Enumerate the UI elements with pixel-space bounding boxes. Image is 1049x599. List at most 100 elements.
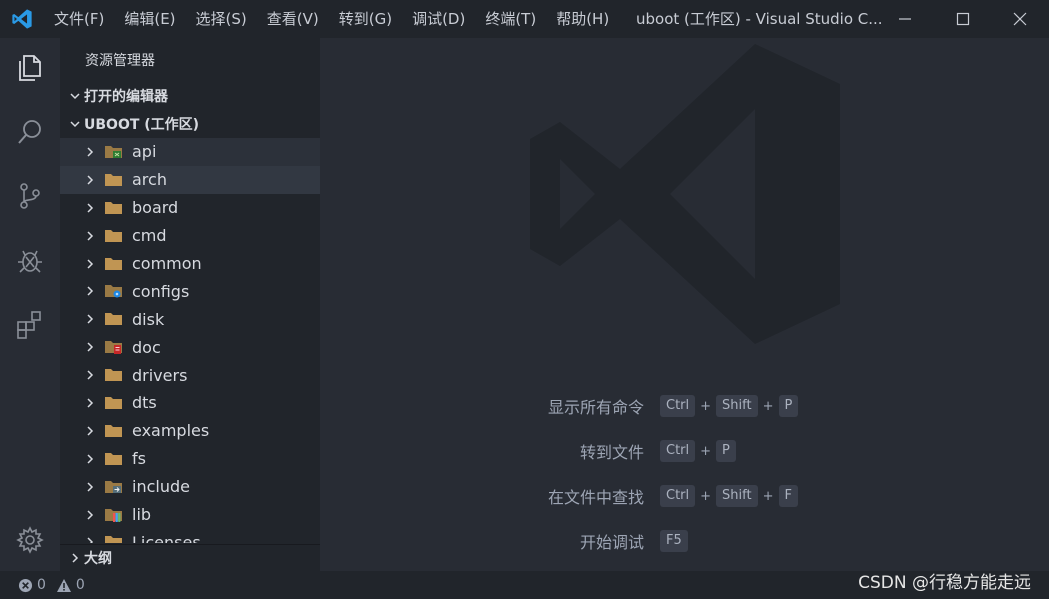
plus-sign: + — [700, 443, 712, 459]
key-cap: Ctrl — [660, 485, 696, 507]
search-icon — [18, 120, 41, 144]
menu-selection[interactable]: 选择(S) — [186, 0, 257, 38]
chevron-right-icon — [80, 509, 100, 521]
tree-item-include[interactable]: include — [60, 473, 320, 501]
bug-icon — [18, 250, 42, 273]
files-icon — [19, 55, 41, 81]
csdn-watermark: CSDN @行稳方能走远 — [858, 573, 1031, 593]
chevron-right-icon — [80, 425, 100, 437]
shortcut-keys: Ctrl + P — [660, 440, 736, 462]
close-window-button[interactable] — [991, 0, 1049, 38]
chevron-right-icon — [66, 552, 84, 564]
debug-button[interactable] — [0, 230, 60, 290]
explorer-button[interactable] — [0, 38, 60, 98]
gear-icon — [16, 526, 44, 554]
menu-edit[interactable]: 编辑(E) — [114, 0, 185, 38]
open-editors-label: 打开的编辑器 — [84, 89, 168, 105]
tree-item-licenses[interactable]: Licenses — [60, 528, 320, 543]
key-cap: Ctrl — [660, 440, 696, 462]
window-title: uboot (工作区) - Visual Studio C... — [636, 10, 883, 28]
tree-item-dts[interactable]: dts — [60, 389, 320, 417]
tree-item-api[interactable]: api — [60, 138, 320, 166]
chevron-right-icon — [80, 341, 100, 353]
outline-section[interactable]: 大纲 — [60, 544, 320, 571]
shortcut-label: 开始调试 — [579, 533, 644, 552]
problems-indicator[interactable]: 0 0 — [0, 577, 91, 593]
key-cap: F5 — [660, 530, 688, 552]
tree-item-label: lib — [132, 505, 152, 525]
tree-item-arch[interactable]: arch — [60, 165, 320, 194]
chevron-right-icon — [80, 453, 100, 465]
menu-file[interactable]: 文件(F) — [44, 0, 114, 38]
warning-icon — [56, 578, 71, 592]
chevron-right-icon — [80, 174, 100, 186]
chevron-down-icon — [66, 118, 84, 130]
maximize-button[interactable] — [934, 0, 992, 38]
chevron-down-icon — [66, 90, 84, 102]
tree-item-lib[interactable]: lib — [60, 501, 320, 529]
shortcut-label: 在文件中查找 — [547, 488, 644, 507]
key-cap: P — [778, 395, 799, 417]
vscode-logo-icon — [0, 0, 44, 38]
tree-item-board[interactable]: board — [60, 194, 320, 222]
tree-item-fs[interactable]: fs — [60, 445, 320, 473]
folder-config-icon — [104, 282, 126, 300]
menu-terminal[interactable]: 终端(T) — [475, 0, 546, 38]
workspace-section[interactable]: UBOOT (工作区) — [60, 110, 320, 138]
search-button[interactable] — [0, 102, 60, 162]
shortcut-row: 显示所有命令 Ctrl + Shift + P — [320, 394, 1049, 418]
tree-item-disk[interactable]: disk — [60, 305, 320, 333]
chevron-right-icon — [80, 258, 100, 270]
tree-item-label: arch — [132, 170, 167, 190]
chevron-right-icon — [80, 146, 100, 158]
tree-item-configs[interactable]: configs — [60, 277, 320, 305]
tree-item-doc[interactable]: doc — [60, 333, 320, 361]
chevron-right-icon — [80, 313, 100, 325]
shortcut-row: 转到文件 Ctrl + P — [320, 439, 1049, 463]
key-cap: Ctrl — [660, 395, 696, 417]
tree-item-common[interactable]: common — [60, 250, 320, 278]
folder-icon — [104, 171, 126, 189]
extensions-button[interactable] — [0, 294, 60, 354]
tree-item-label: cmd — [132, 226, 167, 246]
folder-api-icon — [104, 143, 126, 161]
folder-doc-icon — [104, 338, 126, 356]
folder-include-icon — [104, 478, 126, 496]
key-cap: Shift — [716, 395, 758, 417]
open-editors-section[interactable]: 打开的编辑器 — [60, 82, 320, 110]
menu-bar: 文件(F) 编辑(E) 选择(S) 查看(V) 转到(G) 调试(D) 终端(T… — [44, 0, 619, 38]
menu-help[interactable]: 帮助(H) — [546, 0, 619, 38]
menu-go[interactable]: 转到(G) — [329, 0, 402, 38]
error-icon — [18, 578, 33, 592]
tree-item-label: fs — [132, 449, 146, 469]
key-cap: P — [716, 440, 736, 462]
close-icon — [1013, 12, 1027, 26]
tree-item-label: disk — [132, 309, 165, 329]
shortcut-label: 转到文件 — [579, 443, 644, 462]
folder-icon — [104, 533, 126, 543]
folder-icon — [104, 310, 126, 328]
folder-icon — [104, 394, 126, 412]
plus-sign: + — [700, 488, 712, 504]
tree-item-drivers[interactable]: drivers — [60, 361, 320, 389]
extensions-icon — [17, 311, 41, 339]
tree-item-label: api — [132, 142, 157, 162]
vscode-watermark-icon — [525, 44, 845, 348]
minimize-icon — [899, 18, 911, 20]
tree-item-label: board — [132, 198, 179, 218]
minimize-button[interactable] — [876, 0, 934, 38]
menu-debug[interactable]: 调试(D) — [402, 0, 475, 38]
source-control-button[interactable] — [0, 166, 60, 226]
folder-icon — [104, 199, 126, 217]
warning-count: 0 — [75, 577, 85, 593]
chevron-right-icon — [80, 285, 100, 297]
shortcut-row: 开始调试 F5 — [320, 529, 1049, 553]
key-cap: Shift — [716, 485, 758, 507]
tree-item-label: Licenses — [132, 532, 201, 543]
tree-item-examples[interactable]: examples — [60, 417, 320, 445]
tree-item-cmd[interactable]: cmd — [60, 222, 320, 250]
menu-view[interactable]: 查看(V) — [257, 0, 329, 38]
settings-button[interactable] — [0, 510, 60, 570]
plus-sign: + — [762, 398, 774, 414]
plus-sign: + — [700, 398, 712, 414]
